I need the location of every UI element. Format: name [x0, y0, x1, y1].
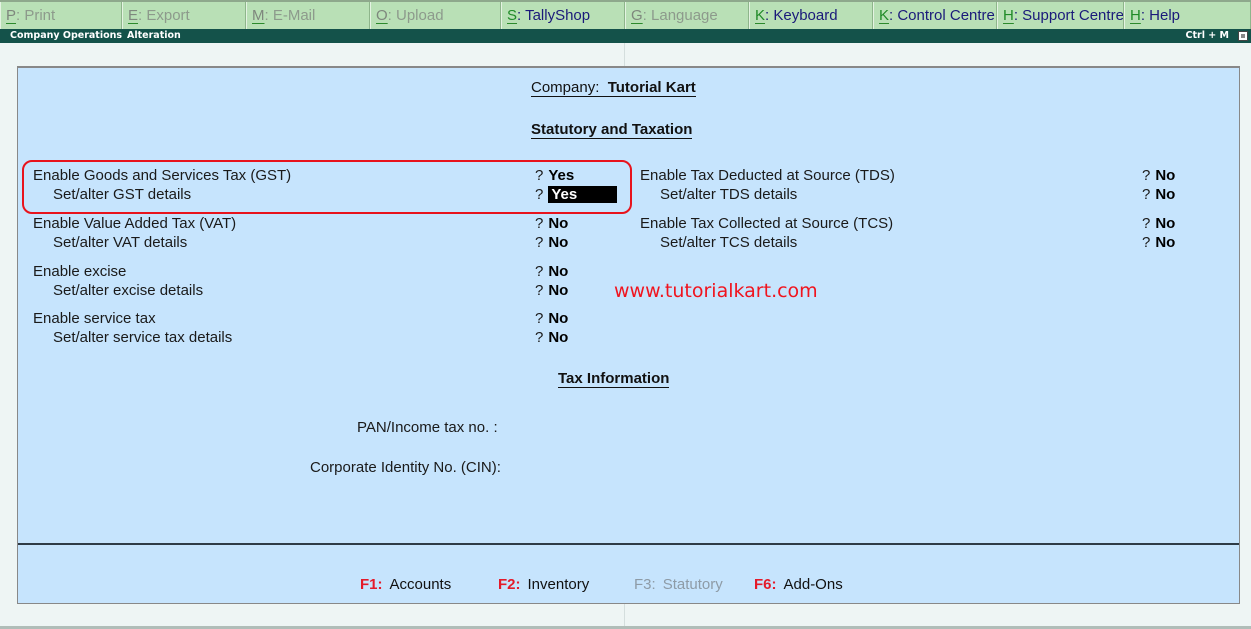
support-centre-button[interactable]: H: Support Centre — [997, 2, 1124, 29]
set-alter-service-tax-field[interactable]: ? No — [535, 329, 568, 346]
top-button-bar: P: Print E: Export M: E-Mail O: Upload S… — [0, 0, 1251, 29]
shortcut-hint: Ctrl + M — [1185, 30, 1229, 41]
language-button[interactable]: G: Language — [625, 2, 749, 29]
enable-excise-field[interactable]: ? No — [535, 263, 568, 280]
function-key-bar: F1: Accounts F2: Inventory F3: Statutory F6… — [18, 545, 1239, 604]
enable-service-tax-label: Enable service tax — [33, 310, 156, 327]
section-title-statutory: Statutory and Taxation — [531, 121, 693, 139]
f6-addons-button[interactable]: F6: Add-Ons — [754, 576, 843, 593]
enable-tcs-label: Enable Tax Collected at Source (TCS) — [640, 215, 894, 232]
set-alter-tcs-label: Set/alter TCS details — [660, 234, 798, 251]
company-heading: Company: Tutorial Kart — [531, 79, 696, 97]
section-title-tax-information: Tax Information — [558, 370, 670, 388]
set-alter-excise-label: Set/alter excise details — [53, 282, 204, 299]
watermark-text: www.tutorialkart.com — [614, 280, 818, 302]
set-alter-gst-label: Set/alter GST details — [53, 186, 192, 203]
company-alteration-panel: Company: Tutorial Kart Statutory and Tax… — [17, 66, 1240, 604]
set-alter-tds-label: Set/alter TDS details — [660, 186, 798, 203]
tally-window: P: Print E: Export M: E-Mail O: Upload S… — [0, 0, 1251, 629]
set-alter-excise-field[interactable]: ? No — [535, 282, 568, 299]
set-alter-service-tax-label: Set/alter service tax details — [53, 329, 233, 346]
enable-tds-label: Enable Tax Deducted at Source (TDS) — [640, 167, 895, 184]
f3-statutory-button[interactable]: F3: Statutory — [634, 576, 723, 593]
set-alter-tds-field[interactable]: ? No — [1142, 186, 1175, 203]
set-alter-vat-label: Set/alter VAT details — [53, 234, 188, 251]
email-button[interactable]: M: E-Mail — [246, 2, 370, 29]
export-button[interactable]: E: Export — [122, 2, 246, 29]
enable-tds-field[interactable]: ? No — [1142, 167, 1175, 184]
help-button[interactable]: H: Help — [1124, 2, 1251, 29]
cin-input[interactable] — [528, 459, 728, 477]
control-centre-button[interactable]: K: Control Centre — [873, 2, 997, 29]
enable-tcs-field[interactable]: ? No — [1142, 215, 1175, 232]
enable-gst-label: Enable Goods and Services Tax (GST) — [33, 167, 292, 184]
pan-input[interactable] — [528, 419, 728, 437]
f2-inventory-button[interactable]: F2: Inventory — [498, 576, 589, 593]
set-alter-tcs-field[interactable]: ? No — [1142, 234, 1175, 251]
f1-accounts-button[interactable]: F1: Accounts — [360, 576, 451, 593]
enable-gst-field[interactable]: ? Yes — [535, 167, 574, 184]
enable-excise-label: Enable excise — [33, 263, 127, 280]
set-alter-gst-field[interactable]: ? Yes — [535, 186, 618, 203]
set-alter-vat-field[interactable]: ? No — [535, 234, 568, 251]
enable-service-tax-field[interactable]: ? No — [535, 310, 568, 327]
keyboard-button[interactable]: K: Keyboard — [749, 2, 873, 29]
enable-vat-label: Enable Value Added Tax (VAT) — [33, 215, 237, 232]
upload-button[interactable]: O: Upload — [370, 2, 501, 29]
minimize-button[interactable] — [1238, 31, 1248, 41]
tallyshop-button[interactable]: S: TallyShop — [501, 2, 625, 29]
cin-label: Corporate Identity No. (CIN): — [310, 459, 501, 476]
title-bar: Company Operations Alteration Ctrl + M — [0, 29, 1251, 43]
enable-vat-field[interactable]: ? No — [535, 215, 568, 232]
pan-label: PAN/Income tax no. : — [357, 419, 498, 436]
print-button[interactable]: P: Print — [0, 2, 122, 29]
window-title: Company Operations Alteration — [10, 30, 181, 41]
